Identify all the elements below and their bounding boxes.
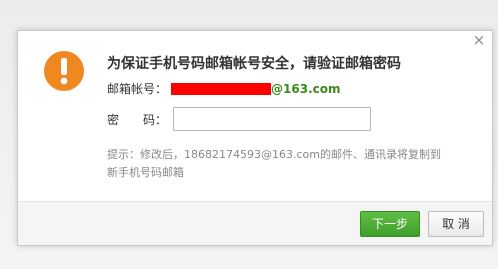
redacted-account-name: [171, 82, 272, 95]
cancel-button[interactable]: 取 消: [428, 211, 484, 237]
password-label: 密 码：: [107, 112, 168, 127]
password-input[interactable]: [173, 107, 371, 131]
warning-icon: [44, 51, 84, 91]
account-label: 邮箱帐号：: [107, 82, 168, 96]
dialog-title: 为保证手机号码邮箱帐号安全，请验证邮箱密码: [107, 56, 401, 72]
account-row: 邮箱帐号： @163.com: [107, 80, 340, 97]
account-domain: @163.com: [271, 81, 341, 96]
password-row: 密 码：: [107, 107, 371, 131]
close-icon[interactable]: ×: [472, 33, 486, 48]
next-step-button[interactable]: 下一步: [360, 211, 420, 237]
hint-text: 提示：修改后，18682174593@163.com的邮件、通讯录将复制到新手机…: [107, 148, 441, 179]
dialog-footer: 下一步 取 消: [18, 201, 492, 245]
verify-password-dialog: × 为保证手机号码邮箱帐号安全，请验证邮箱密码 邮箱帐号： @163.com 密…: [17, 30, 493, 246]
